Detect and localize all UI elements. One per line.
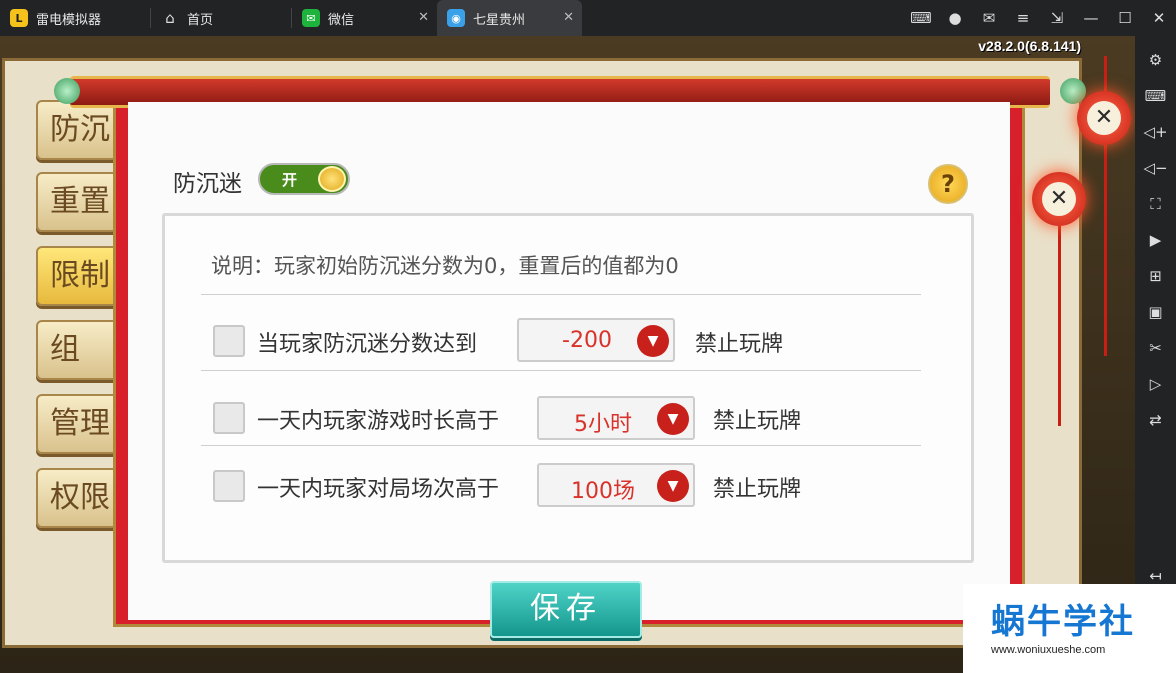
anti-addiction-toggle[interactable]: 开 [258, 163, 350, 195]
add-app-icon[interactable]: ⊞ [1135, 258, 1176, 294]
anti-addiction-dialog: 防沉迷 开 ? 说明：玩家初始防沉迷分数为0，重置后的值都为0 当玩家防沉迷分数… [128, 102, 1010, 638]
close-icon: ✕ [1042, 182, 1076, 216]
rule-suffix: 禁止玩牌 [713, 477, 802, 502]
sync-icon[interactable]: ⇄ [1135, 402, 1176, 438]
tab-label: 七星贵州 [473, 12, 526, 28]
game-viewport: 防沉 重置 限制 组 管理 权限 v28.2.0(6.8.141) 防沉迷 开 … [0, 36, 1135, 673]
gamepad-icon[interactable]: ⌨ [904, 9, 938, 27]
settings-icon[interactable]: ⚙ [1135, 42, 1176, 78]
rule-text: 一天内玩家对局场次高于 [257, 477, 500, 502]
rules-panel: 说明：玩家初始防沉迷分数为0，重置后的值都为0 当玩家防沉迷分数达到 -200 … [162, 213, 974, 563]
close-icon[interactable]: ✕ [563, 10, 574, 25]
rule-suffix: 禁止玩牌 [713, 409, 802, 434]
keyboard-icon[interactable]: ⌨ [1135, 78, 1176, 114]
lantern-string [1058, 226, 1061, 426]
tab-home[interactable]: ⌂ 首页 [151, 0, 291, 36]
close-icon[interactable]: ✕ [418, 10, 429, 25]
rule-suffix: 禁止玩牌 [695, 332, 784, 357]
divider [201, 370, 921, 371]
tab-app-brand[interactable]: L 雷电模拟器 [0, 0, 150, 36]
tab-wechat[interactable]: ✉ 微信 ✕ [292, 0, 437, 36]
home-icon: ⌂ [165, 9, 175, 27]
emulator-tab-bar: L 雷电模拟器 ⌂ 首页 ✉ 微信 ✕ ◉ 七星贵州 ✕ ⌨ ● ✉ ≡ ⇲ —… [0, 0, 1176, 36]
scissors-icon[interactable]: ✂ [1135, 330, 1176, 366]
wechat-icon: ✉ [302, 9, 320, 27]
dropdown-value: -200 [562, 328, 612, 353]
dropdown-value: 5小时 [574, 412, 632, 437]
divider [201, 294, 921, 295]
help-icon[interactable]: ? [928, 164, 968, 204]
rule-value-dropdown[interactable]: 100场 ▼ [537, 463, 695, 507]
watermark-url: www.woniuxueshe.com [991, 644, 1106, 656]
tab-label: 雷电模拟器 [36, 12, 102, 28]
watermark-logo: 蜗牛学社 www.woniuxueshe.com [963, 584, 1176, 673]
minimize-icon[interactable]: — [1074, 9, 1108, 27]
dropdown-arrow-icon[interactable]: ▼ [637, 325, 669, 357]
watermark-title: 蜗牛学社 [991, 602, 1135, 642]
emulator-side-toolbar: ⚙ ⌨ ◁+ ◁− ⛶ ▶ ⊞ ▣ ✂ ▷ ⇄ ↤ [1135, 36, 1176, 673]
rule-checkbox[interactable] [213, 402, 245, 434]
game-app-icon: ◉ [447, 9, 465, 27]
tab-label: 首页 [187, 12, 214, 28]
rule-text: 当玩家防沉迷分数达到 [257, 332, 478, 357]
record-icon[interactable]: ▶ [1135, 222, 1176, 258]
volume-up-icon[interactable]: ◁+ [1135, 114, 1176, 150]
account-icon[interactable]: ● [938, 9, 972, 27]
apk-install-icon[interactable]: ▣ [1135, 294, 1176, 330]
restore-icon[interactable]: ⇲ [1040, 9, 1074, 27]
tab-label: 微信 [328, 12, 355, 28]
dropdown-arrow-icon[interactable]: ▼ [657, 403, 689, 435]
screenshot-icon[interactable]: ⛶ [1135, 186, 1176, 222]
rod-ornament-icon [54, 78, 80, 104]
close-icon[interactable]: ✕ [1142, 9, 1176, 27]
toggle-knob [318, 166, 346, 192]
rule-checkbox[interactable] [213, 470, 245, 502]
close-icon: ✕ [1087, 101, 1121, 135]
divider [201, 445, 921, 446]
lantern-close-button[interactable]: ✕ [1032, 172, 1086, 226]
lantern-close-button[interactable]: ✕ [1077, 91, 1131, 145]
version-label: v28.2.0(6.8.141) [978, 38, 1081, 54]
menu-icon[interactable]: ≡ [1006, 9, 1040, 27]
volume-down-icon[interactable]: ◁− [1135, 150, 1176, 186]
ldplayer-logo-icon: L [10, 9, 28, 27]
description-text: 说明：玩家初始防沉迷分数为0，重置后的值都为0 [211, 254, 679, 278]
save-button[interactable]: 保存 [490, 581, 642, 638]
window-controls: ⌨ ● ✉ ≡ ⇲ — ☐ ✕ [904, 0, 1176, 36]
maximize-icon[interactable]: ☐ [1108, 9, 1142, 27]
dropdown-arrow-icon[interactable]: ▼ [657, 470, 689, 502]
rule-value-dropdown[interactable]: -200 ▼ [517, 318, 675, 362]
mail-icon[interactable]: ✉ [972, 9, 1006, 27]
video-icon[interactable]: ▷ [1135, 366, 1176, 402]
anti-addiction-label: 防沉迷 [173, 171, 242, 197]
rule-value-dropdown[interactable]: 5小时 ▼ [537, 396, 695, 440]
rule-text: 一天内玩家游戏时长高于 [257, 409, 500, 434]
tab-game[interactable]: ◉ 七星贵州 ✕ [437, 0, 582, 36]
rule-checkbox[interactable] [213, 325, 245, 357]
dropdown-value: 100场 [571, 479, 635, 504]
toggle-state: 开 [282, 171, 298, 189]
toolbar-spacer [1135, 438, 1176, 558]
